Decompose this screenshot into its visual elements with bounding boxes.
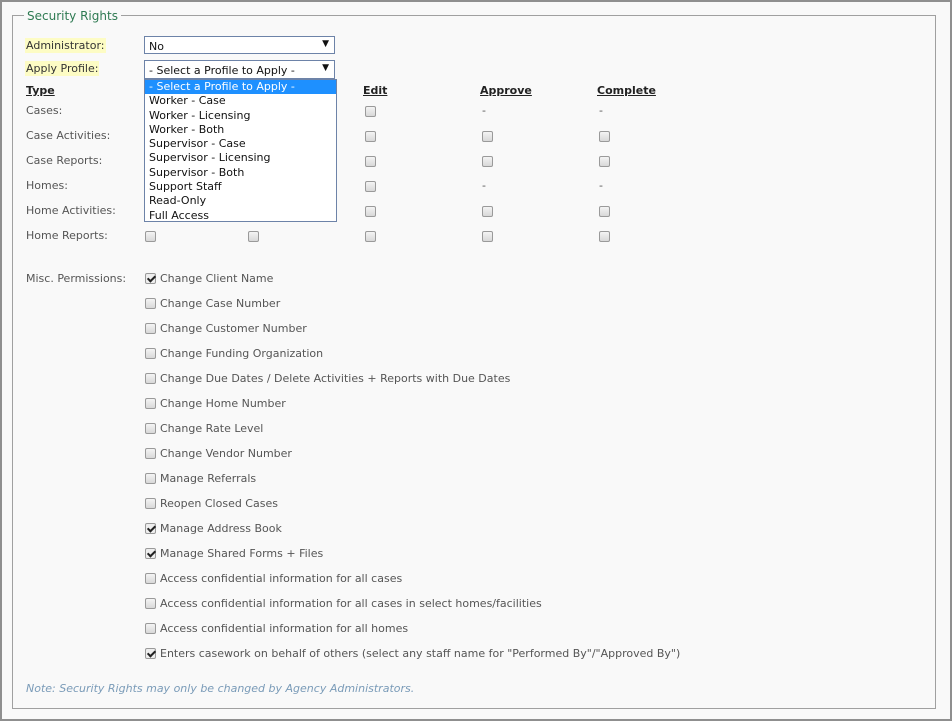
profile-option[interactable]: Worker - Both <box>145 123 336 137</box>
misc-permission-checkbox[interactable] <box>145 648 156 659</box>
column-header-approve[interactable]: Approve <box>480 84 532 97</box>
misc-permission-checkbox[interactable] <box>145 348 156 359</box>
permission-checkbox[interactable] <box>599 231 610 242</box>
misc-permission-checkbox[interactable] <box>145 548 156 559</box>
profile-option[interactable]: Worker - Case <box>145 94 336 108</box>
row-label: Cases: <box>26 104 63 117</box>
permission-checkbox[interactable] <box>482 231 493 242</box>
window-frame: Security Rights Administrator: No ▼ Appl… <box>0 0 952 721</box>
profile-option[interactable]: Support Staff <box>145 180 336 194</box>
misc-permission-label: Reopen Closed Cases <box>160 497 278 510</box>
column-header-complete[interactable]: Complete <box>597 84 656 97</box>
misc-permission-checkbox[interactable] <box>145 623 156 634</box>
misc-permission-checkbox[interactable] <box>145 373 156 384</box>
administrator-select[interactable]: No ▼ <box>144 36 335 54</box>
not-applicable-dash: - <box>599 104 603 117</box>
footer-note: Note: Security Rights may only be change… <box>26 682 415 695</box>
permission-checkbox[interactable] <box>599 156 610 167</box>
profile-option[interactable]: Read-Only <box>145 194 336 208</box>
permission-checkbox[interactable] <box>365 131 376 142</box>
profile-option[interactable]: Supervisor - Licensing <box>145 151 336 165</box>
misc-permission-checkbox[interactable] <box>145 523 156 534</box>
profile-option[interactable]: Supervisor - Case <box>145 137 336 151</box>
permission-checkbox[interactable] <box>248 231 259 242</box>
misc-permission-checkbox[interactable] <box>145 423 156 434</box>
apply-profile-select[interactable]: - Select a Profile to Apply - ▼ <box>144 60 335 79</box>
misc-permission-label: Manage Shared Forms + Files <box>160 547 324 560</box>
misc-permission-checkbox[interactable] <box>145 498 156 509</box>
row-label: Homes: <box>26 179 68 192</box>
permission-checkbox[interactable] <box>365 231 376 242</box>
administrator-label: Administrator: <box>25 38 106 53</box>
misc-permission-label: Change Rate Level <box>160 422 264 435</box>
misc-permission-checkbox[interactable] <box>145 598 156 609</box>
misc-permissions-label: Misc. Permissions: <box>26 272 127 285</box>
row-label: Case Reports: <box>26 154 103 167</box>
permission-checkbox[interactable] <box>365 206 376 217</box>
permission-checkbox[interactable] <box>599 206 610 217</box>
misc-permission-checkbox[interactable] <box>145 473 156 484</box>
misc-permission-label: Manage Address Book <box>160 522 282 535</box>
misc-permission-label: Change Case Number <box>160 297 281 310</box>
apply-profile-label: Apply Profile: <box>25 61 100 76</box>
permission-checkbox[interactable] <box>365 106 376 117</box>
misc-permission-checkbox[interactable] <box>145 448 156 459</box>
not-applicable-dash: - <box>482 179 486 192</box>
permission-checkbox[interactable] <box>365 181 376 192</box>
misc-permission-label: Change Customer Number <box>160 322 307 335</box>
column-header-edit[interactable]: Edit <box>363 84 387 97</box>
misc-permission-label: Change Due Dates / Delete Activities + R… <box>160 372 511 385</box>
row-label: Case Activities: <box>26 129 111 142</box>
misc-permission-label: Manage Referrals <box>160 472 257 485</box>
misc-permission-label: Access confidential information for all … <box>160 622 409 635</box>
misc-permission-label: Change Vendor Number <box>160 447 292 460</box>
misc-permission-checkbox[interactable] <box>145 398 156 409</box>
permission-checkbox[interactable] <box>482 156 493 167</box>
profile-option[interactable]: Supervisor - Both <box>145 166 336 180</box>
column-header-type[interactable]: Type <box>26 84 55 97</box>
row-label: Home Reports: <box>26 229 108 242</box>
profile-option[interactable]: - Select a Profile to Apply - <box>145 80 336 95</box>
not-applicable-dash: - <box>599 179 603 192</box>
profile-option[interactable]: Worker - Licensing <box>145 109 336 123</box>
permission-checkbox[interactable] <box>482 206 493 217</box>
misc-permission-label: Change Client Name <box>160 272 274 285</box>
permission-checkbox[interactable] <box>145 231 156 242</box>
permission-checkbox[interactable] <box>482 131 493 142</box>
misc-permission-label: Access confidential information for all … <box>160 597 542 610</box>
misc-permission-label: Enters casework on behalf of others (sel… <box>160 647 681 660</box>
fieldset-legend: Security Rights <box>24 9 121 23</box>
misc-permission-checkbox[interactable] <box>145 273 156 284</box>
dropdown-arrow-icon: ▼ <box>322 63 329 73</box>
misc-permission-checkbox[interactable] <box>145 573 156 584</box>
profile-dropdown-list[interactable]: - Select a Profile to Apply - Worker - Ca… <box>144 79 337 222</box>
permission-checkbox[interactable] <box>365 156 376 167</box>
dropdown-arrow-icon: ▼ <box>322 39 329 49</box>
misc-permission-checkbox[interactable] <box>145 298 156 309</box>
profile-option[interactable]: Full Access <box>145 209 336 223</box>
not-applicable-dash: - <box>482 104 486 117</box>
misc-permission-checkbox[interactable] <box>145 323 156 334</box>
row-label: Home Activities: <box>26 204 116 217</box>
permission-checkbox[interactable] <box>599 131 610 142</box>
misc-permission-label: Access confidential information for all … <box>160 572 403 585</box>
misc-permission-label: Change Home Number <box>160 397 286 410</box>
misc-permission-label: Change Funding Organization <box>160 347 324 360</box>
